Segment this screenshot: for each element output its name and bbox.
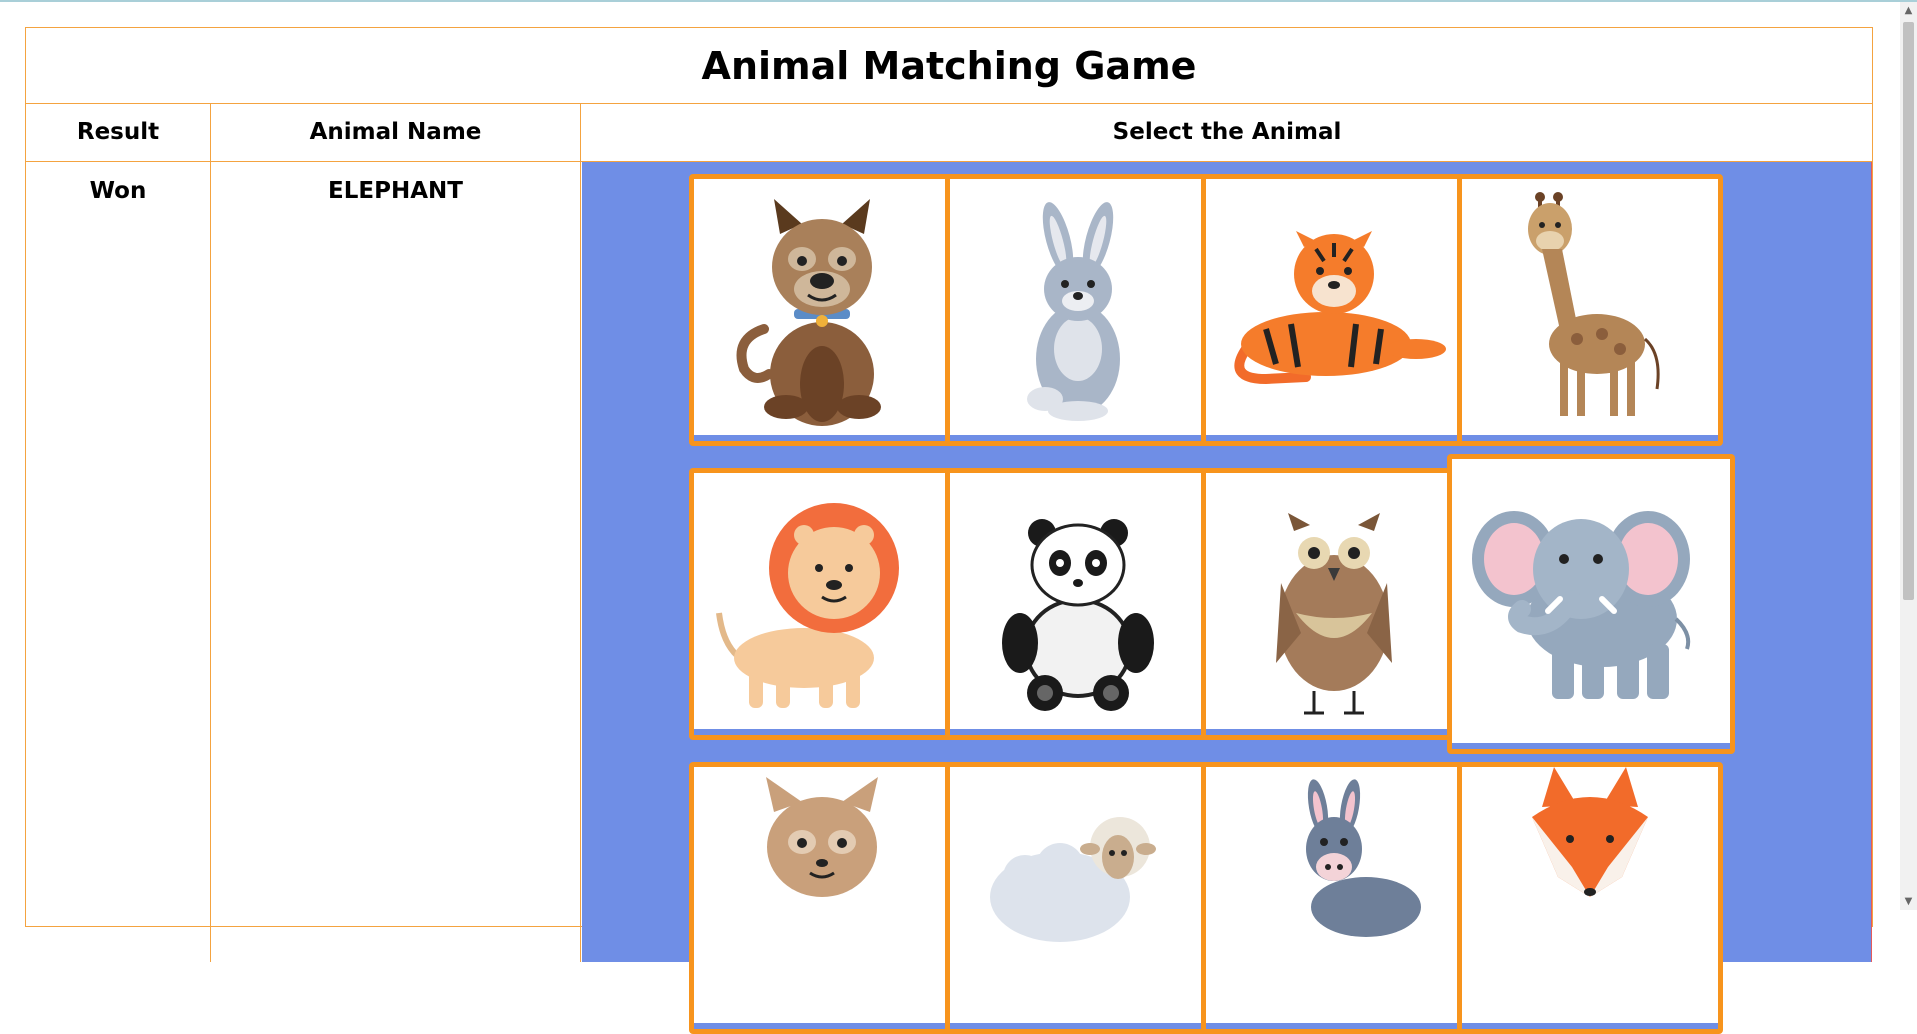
animal-name-header: Animal Name bbox=[211, 103, 581, 161]
animal-board bbox=[582, 162, 1872, 1034]
card-tiger[interactable] bbox=[1201, 174, 1467, 446]
card-shelf bbox=[950, 729, 1206, 735]
result-value: Won bbox=[26, 162, 211, 962]
scroll-down-arrow-icon[interactable]: ▼ bbox=[1900, 893, 1917, 910]
scroll-up-arrow-icon[interactable]: ▲ bbox=[1900, 2, 1917, 19]
card-panda[interactable] bbox=[945, 468, 1211, 740]
result-header: Result bbox=[26, 103, 211, 161]
game-table: Animal Matching Game Result Animal Name … bbox=[25, 27, 1873, 1034]
tiger-icon bbox=[1234, 231, 1446, 385]
vertical-scrollbar[interactable]: ▲ ▼ bbox=[1900, 2, 1917, 910]
card-donkey[interactable] bbox=[1201, 762, 1467, 1034]
card-shelf bbox=[694, 729, 950, 735]
page-title: Animal Matching Game bbox=[26, 28, 1872, 104]
card-shelf bbox=[694, 435, 950, 441]
card-shelf bbox=[1206, 435, 1462, 441]
scroll-thumb[interactable] bbox=[1903, 22, 1914, 600]
card-lion[interactable] bbox=[689, 468, 955, 740]
sheep-icon bbox=[990, 817, 1156, 942]
panda-icon bbox=[1002, 519, 1154, 711]
cat-icon bbox=[766, 777, 878, 897]
card-shelf bbox=[1462, 1023, 1718, 1029]
card-shelf bbox=[950, 435, 1206, 441]
owl-icon bbox=[1276, 513, 1392, 715]
card-dog[interactable] bbox=[689, 174, 955, 446]
rabbit-icon bbox=[1027, 202, 1120, 421]
fox-icon bbox=[1532, 767, 1648, 897]
card-elephant[interactable] bbox=[1447, 454, 1735, 754]
card-shelf bbox=[1462, 435, 1718, 441]
dog-icon bbox=[736, 199, 881, 426]
table-header-row: Result Animal Name Select the Animal bbox=[26, 103, 1872, 162]
card-owl[interactable] bbox=[1201, 468, 1467, 740]
card-shelf bbox=[694, 1023, 950, 1029]
lion-icon bbox=[716, 503, 899, 708]
card-shelf bbox=[1206, 729, 1462, 735]
card-sheep[interactable] bbox=[945, 762, 1211, 1034]
card-shelf bbox=[1452, 743, 1730, 749]
card-giraffe[interactable] bbox=[1457, 174, 1723, 446]
window-top-edge bbox=[0, 0, 1917, 2]
card-shelf bbox=[950, 1023, 1206, 1029]
card-fox[interactable] bbox=[1457, 762, 1723, 1034]
table-body-row: Won ELEPHANT bbox=[26, 162, 1872, 1034]
giraffe-icon bbox=[1528, 192, 1660, 416]
animal-name-value: ELEPHANT bbox=[211, 162, 581, 962]
card-rabbit[interactable] bbox=[945, 174, 1211, 446]
donkey-icon bbox=[1306, 779, 1421, 937]
card-cat[interactable] bbox=[689, 762, 955, 1034]
select-animal-header: Select the Animal bbox=[1112, 119, 1342, 145]
card-shelf bbox=[1206, 1023, 1462, 1029]
elephant-icon bbox=[1472, 511, 1691, 699]
